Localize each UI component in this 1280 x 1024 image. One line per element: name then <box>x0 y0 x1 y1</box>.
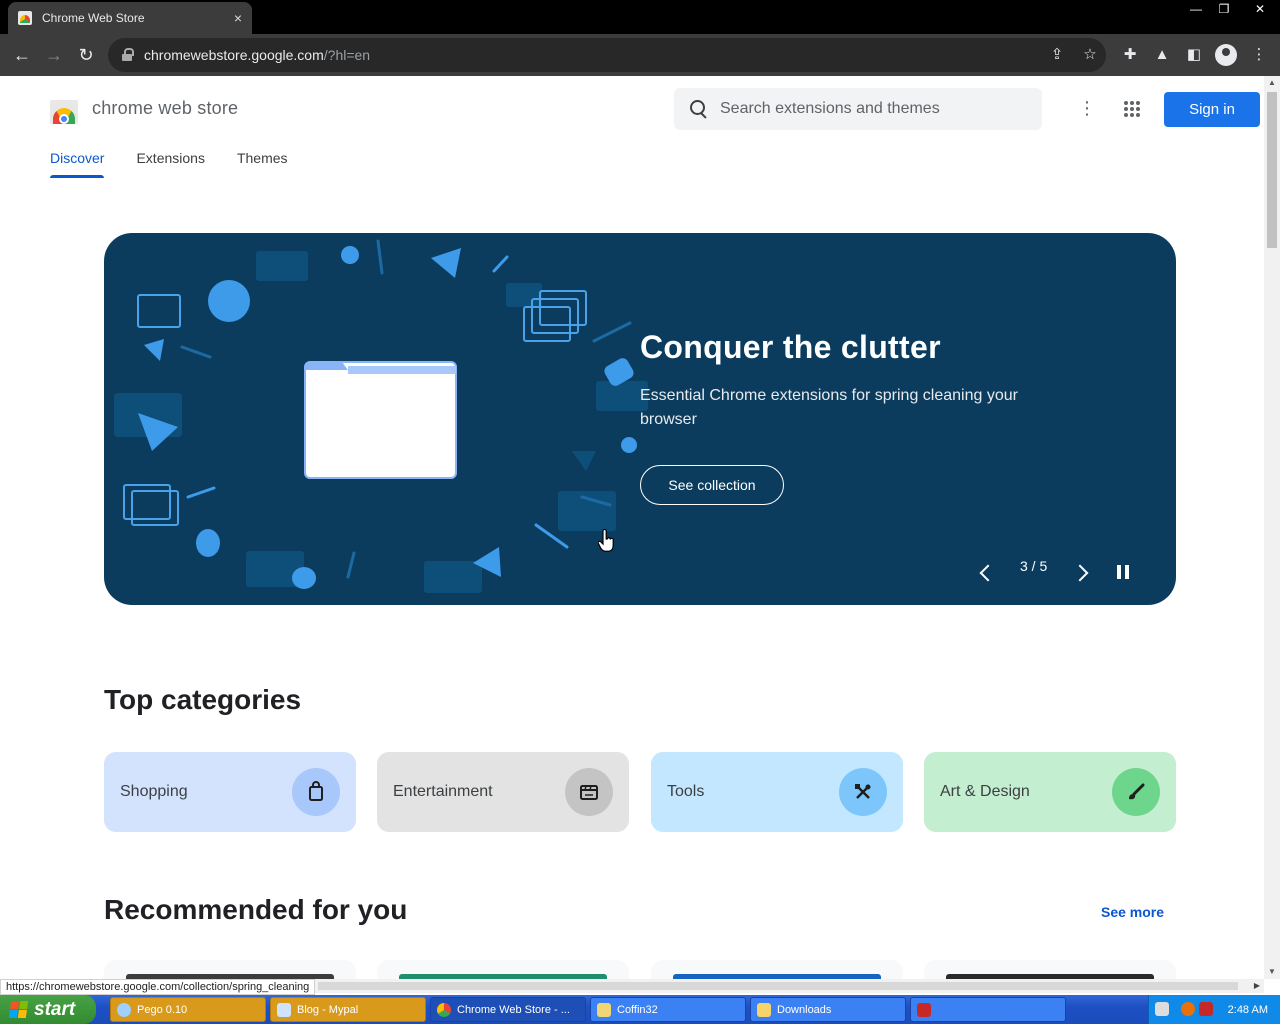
taskbar-item-downloads[interactable]: Downloads <box>750 997 906 1022</box>
share-icon[interactable]: ⇪ <box>1048 46 1066 64</box>
hand-cursor-icon <box>598 529 614 552</box>
back-arrow-icon[interactable]: ← <box>11 44 33 66</box>
tab-themes[interactable]: Themes <box>237 150 288 178</box>
start-button[interactable]: start <box>0 995 96 1024</box>
chrome-icon <box>437 1002 451 1017</box>
taskbar-item-mypal[interactable]: Blog - Mypal <box>270 997 426 1022</box>
profile-avatar-icon[interactable] <box>1215 44 1237 66</box>
hero-carousel[interactable]: Conquer the clutter Essential Chrome ext… <box>104 233 1176 605</box>
taskbar-item-coffin32[interactable]: Coffin32 <box>590 997 746 1022</box>
tools-icon <box>839 768 887 816</box>
hero-subtitle: Essential Chrome extensions for spring c… <box>640 387 1018 428</box>
search-box[interactable] <box>674 88 1042 130</box>
web-page: chrome web store ⋮ Sign in Discover Exte… <box>0 76 1264 979</box>
taskbar-item-app[interactable] <box>910 997 1066 1022</box>
tab-discover[interactable]: Discover <box>50 150 105 178</box>
category-label: Tools <box>667 783 705 800</box>
see-collection-button[interactable]: See collection <box>640 465 784 505</box>
search-icon[interactable] <box>690 100 708 118</box>
shield-icon[interactable] <box>1199 1002 1213 1016</box>
clock[interactable]: 2:48 AM <box>1228 1004 1268 1016</box>
extensions-puzzle-icon[interactable]: ✚ <box>1121 46 1139 64</box>
recommended-card[interactable] <box>924 960 1176 979</box>
browser-tab[interactable]: Chrome Web Store × <box>8 2 252 34</box>
shopping-bag-icon <box>292 768 340 816</box>
recommended-card[interactable] <box>104 960 356 979</box>
close-window-button[interactable]: ✕ <box>1246 0 1274 18</box>
category-card-art-design[interactable]: Art & Design <box>924 752 1176 832</box>
browser-menu-icon[interactable]: ⋮ <box>1250 46 1268 64</box>
address-bar[interactable]: chromewebstore.google.com/?hl=en <box>108 38 1106 72</box>
brand-name[interactable]: chrome web store <box>92 98 238 119</box>
task-label: Coffin32 <box>617 1003 658 1016</box>
main-nav-tabs: Discover Extensions Themes <box>50 150 288 178</box>
window-titlebar: Chrome Web Store × — ❐ ✕ <box>0 0 1280 34</box>
scroll-down-icon[interactable]: ▼ <box>1264 965 1280 979</box>
pego-app-icon <box>117 1002 131 1017</box>
hero-title: Conquer the clutter <box>640 329 941 365</box>
google-apps-icon[interactable] <box>1124 101 1140 117</box>
side-panel-icon[interactable]: ◧ <box>1185 46 1203 64</box>
carousel-pager: 3 / 5 <box>1020 558 1048 574</box>
folder-icon <box>304 361 457 479</box>
more-options-icon[interactable]: ⋮ <box>1078 98 1096 120</box>
app-tray-icon[interactable] <box>1181 1002 1195 1016</box>
see-more-link[interactable]: See more <box>1101 904 1164 920</box>
scrollbar-thumb[interactable] <box>1267 92 1277 248</box>
keyboard-icon[interactable] <box>1155 1002 1169 1016</box>
category-label: Shopping <box>120 783 188 800</box>
category-card-entertainment[interactable]: Entertainment <box>377 752 629 832</box>
reload-icon[interactable]: ↻ <box>75 44 97 66</box>
recommended-card[interactable] <box>651 960 903 979</box>
category-label: Entertainment <box>393 783 493 800</box>
horizontal-scrollbar[interactable]: ▶ <box>310 979 1264 993</box>
sign-in-button[interactable]: Sign in <box>1164 92 1260 127</box>
recommended-heading: Recommended for you <box>104 894 408 925</box>
top-categories-heading: Top categories <box>104 684 302 715</box>
tab-title: Chrome Web Store <box>42 11 145 25</box>
status-url-bubble: https://chromewebstore.google.com/collec… <box>0 979 316 995</box>
chrome-web-store-logo-icon[interactable] <box>50 96 78 124</box>
carousel-pause-icon[interactable] <box>1117 565 1129 579</box>
url-path: /?hl=en <box>323 47 371 63</box>
folder-icon <box>757 1002 771 1017</box>
minimize-button[interactable]: — <box>1182 0 1210 18</box>
url-domain: chromewebstore.google.com <box>144 47 324 63</box>
bookmark-star-icon[interactable]: ☆ <box>1081 46 1099 64</box>
windows-logo-icon <box>8 1001 29 1018</box>
taskbar-item-pego[interactable]: Pego 0.10 <box>110 997 266 1022</box>
task-label: Blog - Mypal <box>297 1003 359 1016</box>
task-label: Chrome Web Store - ... <box>457 1003 570 1016</box>
category-card-tools[interactable]: Tools <box>651 752 903 832</box>
clapperboard-icon <box>565 768 613 816</box>
paintbrush-icon <box>1112 768 1160 816</box>
lock-icon[interactable] <box>122 48 134 62</box>
search-input[interactable] <box>720 100 1020 118</box>
taskbar-item-chrome[interactable]: Chrome Web Store - ... <box>430 997 586 1022</box>
vertical-scrollbar[interactable]: ▲ ▼ <box>1264 76 1280 979</box>
task-label: Pego 0.10 <box>137 1003 188 1016</box>
mypal-browser-icon <box>277 1002 291 1017</box>
category-card-shopping[interactable]: Shopping <box>104 752 356 832</box>
recommended-card[interactable] <box>377 960 629 979</box>
category-label: Art & Design <box>940 783 1030 800</box>
tab-extensions[interactable]: Extensions <box>136 150 204 178</box>
app-icon <box>917 1002 931 1017</box>
forward-arrow-icon[interactable]: → <box>43 44 65 66</box>
restore-button[interactable]: ❐ <box>1210 0 1238 18</box>
os-taskbar: start Pego 0.10 Blog - Mypal Chrome Web … <box>0 995 1280 1024</box>
scroll-up-icon[interactable]: ▲ <box>1264 76 1280 90</box>
browser-toolbar: ← → ↻ chromewebstore.google.com/?hl=en ⇪… <box>0 34 1280 76</box>
labs-flask-icon[interactable]: ▲ <box>1153 46 1171 64</box>
start-label: start <box>34 998 76 1020</box>
system-tray: 2:48 AM <box>1148 995 1280 1024</box>
chrome-web-store-favicon-icon <box>18 11 32 25</box>
coffin32-app-icon <box>597 1002 611 1017</box>
task-label: Downloads <box>777 1003 832 1016</box>
tab-close-icon[interactable]: × <box>234 10 242 26</box>
